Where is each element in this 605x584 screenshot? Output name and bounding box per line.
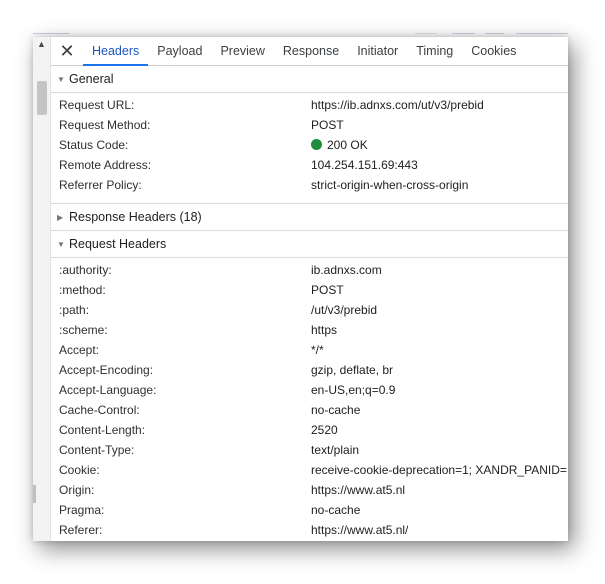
- header-row: Remote Address: 104.254.151.69:443: [51, 155, 568, 175]
- header-row: Pragma: no-cache: [51, 500, 568, 520]
- header-row: Referer: https://www.at5.nl/: [51, 520, 568, 540]
- header-row: :path: /ut/v3/prebid: [51, 300, 568, 320]
- header-row: Content-Type: text/plain: [51, 440, 568, 460]
- header-value: https://www.at5.nl: [311, 483, 406, 497]
- header-row: Accept-Language: en-US,en;q=0.9: [51, 380, 568, 400]
- header-key: Request Method:: [59, 118, 151, 132]
- header-value: */*: [311, 343, 324, 357]
- tab-response[interactable]: Response: [274, 37, 348, 65]
- header-value: 104.254.151.69:443: [311, 158, 418, 172]
- request-headers-rows: :authority: ib.adnxs.com :method: POST :pa…: [51, 258, 568, 541]
- general-section-title: General: [69, 72, 114, 86]
- header-value: 2520: [311, 423, 338, 437]
- header-value: https: [311, 323, 338, 337]
- scroll-marker: [33, 485, 36, 503]
- triangle-down-icon: ▼: [57, 239, 65, 249]
- detail-tabbar: ✕ Headers Payload Preview Response Initi…: [51, 37, 568, 66]
- header-value: en-US,en;q=0.9: [311, 383, 396, 397]
- header-row: :method: POST: [51, 280, 568, 300]
- response-headers-title: Response Headers (18): [69, 210, 202, 224]
- header-row: Status Code: 200 OK: [51, 135, 568, 155]
- header-value: text/plain: [311, 443, 360, 457]
- header-key: Cache-Control:: [59, 403, 140, 417]
- header-key: Origin:: [59, 483, 95, 497]
- header-key: :scheme:: [59, 323, 108, 337]
- header-row: Content-Length: 2520: [51, 420, 568, 440]
- header-key: Content-Length:: [59, 423, 146, 437]
- request-headers-title: Request Headers: [69, 237, 167, 251]
- request-headers-section-header[interactable]: ▼ Request Headers: [51, 231, 568, 257]
- header-row: Accept-Encoding: gzip, deflate, br: [51, 360, 568, 380]
- header-key: Referer:: [59, 523, 103, 537]
- header-row: :authority: ib.adnxs.com: [51, 260, 568, 280]
- tab-cookies[interactable]: Cookies: [462, 37, 525, 65]
- response-headers-section-header[interactable]: ▶ Response Headers (18): [51, 204, 568, 230]
- general-section-header[interactable]: ▼ General: [51, 66, 568, 92]
- header-row: Accept: */*: [51, 340, 568, 360]
- header-key: Accept-Encoding:: [59, 363, 154, 377]
- triangle-down-icon: ▼: [57, 74, 65, 84]
- header-row: Request Method: POST: [51, 115, 568, 135]
- header-value: strict-origin-when-cross-origin: [311, 178, 469, 192]
- header-value: POST: [311, 283, 344, 297]
- tab-payload[interactable]: Payload: [148, 37, 211, 65]
- header-key: Accept-Language:: [59, 383, 157, 397]
- triangle-right-icon: ▶: [57, 212, 64, 222]
- header-row: :scheme: https: [51, 320, 568, 340]
- header-value: no-cache: [311, 503, 361, 517]
- background-tab-underline: [33, 33, 69, 34]
- background-divider: [516, 33, 568, 34]
- devtools-network-detail-panel: ▲ ✕ Headers Payload Preview Response Ini…: [33, 37, 568, 541]
- status-ok-dot-icon: [311, 139, 322, 150]
- general-rows: Request URL: https://ib.adnxs.com/ut/v3/…: [51, 93, 568, 203]
- tab-headers[interactable]: Headers: [83, 37, 149, 66]
- header-key: :method:: [59, 283, 106, 297]
- header-key: Request URL:: [59, 98, 135, 112]
- header-key: Pragma:: [59, 503, 105, 517]
- scroll-up-arrow-icon[interactable]: ▲: [36, 39, 47, 50]
- header-key: :authority:: [59, 263, 112, 277]
- header-key: Accept:: [59, 343, 100, 357]
- header-value: https://ib.adnxs.com/ut/v3/prebid: [311, 98, 484, 112]
- scrollbar[interactable]: ▲: [33, 37, 51, 541]
- close-icon[interactable]: ✕: [51, 37, 83, 65]
- header-row: Cache-Control: no-cache: [51, 400, 568, 420]
- header-row: Cookie: receive-cookie-deprecation=1; XAN…: [51, 460, 568, 480]
- background-divider: [486, 33, 504, 34]
- header-row: Referrer Policy: strict-origin-when-cros…: [51, 175, 568, 195]
- header-key: Cookie:: [59, 463, 100, 477]
- header-value: no-cache: [311, 403, 361, 417]
- background-divider: [415, 33, 437, 34]
- header-key: Content-Type:: [59, 443, 135, 457]
- header-key: Referrer Policy:: [59, 178, 142, 192]
- header-key: :path:: [59, 303, 90, 317]
- tab-timing[interactable]: Timing: [407, 37, 462, 65]
- header-value: ib.adnxs.com: [311, 263, 382, 277]
- header-key: Status Code:: [59, 138, 129, 152]
- header-value: POST: [311, 118, 344, 132]
- header-row: Origin: https://www.at5.nl: [51, 480, 568, 500]
- header-value: /ut/v3/prebid: [311, 303, 378, 317]
- header-row: Request URL: https://ib.adnxs.com/ut/v3/…: [51, 95, 568, 115]
- headers-content: ✕ Headers Payload Preview Response Initi…: [51, 37, 568, 541]
- status-code-text: 200 OK: [327, 138, 368, 152]
- background-page-top: [0, 0, 605, 36]
- scrollbar-thumb[interactable]: [37, 81, 47, 115]
- status-value: 200 OK: [311, 138, 368, 152]
- tab-initiator[interactable]: Initiator: [348, 37, 407, 65]
- tab-preview[interactable]: Preview: [211, 37, 273, 65]
- header-key: Remote Address:: [59, 158, 152, 172]
- header-value: gzip, deflate, br: [311, 363, 394, 377]
- header-value: receive-cookie-deprecation=1; XANDR_PANI…: [311, 463, 567, 477]
- background-divider: [452, 33, 474, 34]
- header-value: https://www.at5.nl/: [311, 523, 409, 537]
